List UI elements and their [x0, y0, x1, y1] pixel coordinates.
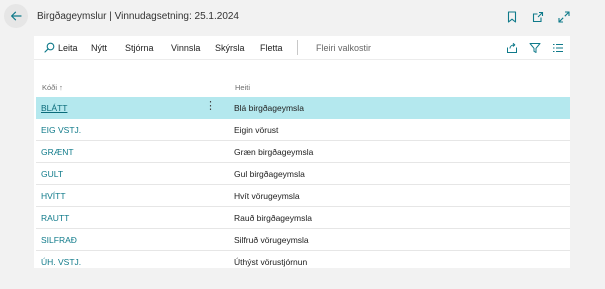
open-new-window-icon	[532, 11, 544, 23]
back-arrow-icon	[11, 11, 22, 21]
filter-icon	[529, 42, 541, 53]
search-icon	[44, 42, 55, 53]
new-button[interactable]: Nýtt	[91, 43, 107, 53]
table-row[interactable]: SILFRAÐ Silfruð vörugeymsla	[36, 229, 570, 251]
process-button[interactable]: Vinnsla	[171, 43, 200, 53]
column-header-name[interactable]: Heiti	[235, 83, 250, 92]
table-row[interactable]: RAUTT Rauð birgðageymsla	[36, 207, 570, 229]
row-code[interactable]: ÚH. VSTJ.	[41, 257, 81, 267]
report-button[interactable]: Skýrsla	[215, 43, 245, 53]
expand-button[interactable]	[557, 9, 571, 25]
row-menu-icon[interactable]: ⋮	[205, 101, 216, 112]
list-card: Leita Nýtt Stjórna Vinnsla Skýrsla Flett…	[34, 36, 570, 268]
table-row[interactable]: ÚH. VSTJ. Úthýst vörustjórnun	[36, 251, 570, 273]
open-new-window-button[interactable]	[531, 9, 545, 25]
navigate-button[interactable]: Fletta	[260, 43, 283, 53]
list-view-icon	[553, 43, 563, 52]
location-list: BLÁTT ⋮ Blá birgðageymsla EIG VSTJ. Eigi…	[36, 97, 570, 273]
page-title: Birgðageymslur | Vinnudagsetning: 25.1.2…	[37, 11, 239, 22]
row-name: Rauð birgðageymsla	[234, 213, 312, 223]
more-options-button[interactable]: Fleiri valkostir	[316, 43, 371, 53]
row-name: Silfruð vörugeymsla	[234, 235, 309, 245]
toolbar-right-actions	[506, 41, 564, 54]
table-row[interactable]: GULT Gul birgðageymsla	[36, 163, 570, 185]
table-row[interactable]: EIG VSTJ. Eigin vörust	[36, 119, 570, 141]
column-header-code[interactable]: Kóði ↑	[42, 83, 63, 92]
row-code[interactable]: EIG VSTJ.	[41, 125, 81, 135]
manage-button[interactable]: Stjórna	[125, 43, 154, 53]
row-name: Úthýst vörustjórnun	[234, 257, 308, 267]
list-view-button[interactable]	[552, 41, 564, 54]
expand-icon	[558, 11, 570, 23]
row-code[interactable]: BLÁTT	[41, 103, 67, 113]
row-name: Hvít vörugeymsla	[234, 191, 300, 201]
row-name: Blá birgðageymsla	[234, 103, 304, 113]
row-code[interactable]: SILFRAÐ	[41, 235, 77, 245]
bookmark-icon	[507, 11, 517, 23]
search-label: Leita	[58, 42, 78, 53]
row-code[interactable]: RAUTT	[41, 213, 69, 223]
share-button[interactable]	[506, 41, 518, 54]
header-actions	[505, 9, 571, 25]
page-header: Birgðageymslur | Vinnudagsetning: 25.1.2…	[0, 0, 605, 36]
back-button[interactable]	[4, 4, 28, 28]
row-name: Græn birgðageymsla	[234, 147, 314, 157]
row-name: Eigin vörust	[234, 125, 279, 135]
filter-button[interactable]	[529, 41, 541, 54]
toolbar-divider	[297, 40, 298, 55]
action-bar: Leita Nýtt Stjórna Vinnsla Skýrsla Flett…	[34, 36, 570, 60]
search-button[interactable]: Leita	[44, 42, 78, 53]
share-icon	[507, 42, 517, 53]
row-code[interactable]: HVÍTT	[41, 191, 66, 201]
bookmark-button[interactable]	[505, 9, 519, 25]
table-row[interactable]: HVÍTT Hvít vörugeymsla	[36, 185, 570, 207]
row-code[interactable]: GRÆNT	[41, 147, 74, 157]
row-code[interactable]: GULT	[41, 169, 63, 179]
row-name: Gul birgðageymsla	[234, 169, 305, 179]
table-row[interactable]: GRÆNT Græn birgðageymsla	[36, 141, 570, 163]
table-row[interactable]: BLÁTT ⋮ Blá birgðageymsla	[36, 97, 570, 119]
